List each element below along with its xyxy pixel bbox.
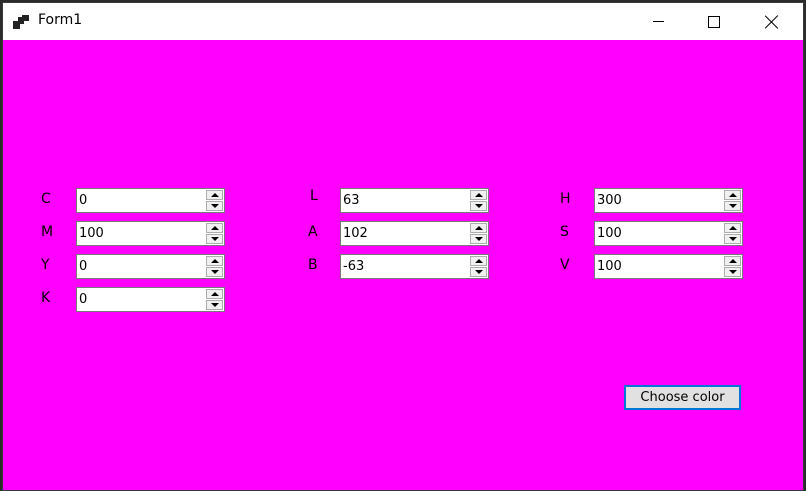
input-m[interactable] (77, 222, 209, 245)
label-s: S (560, 224, 569, 240)
spin-down-icon (729, 237, 737, 241)
spin-down-icon (211, 204, 219, 208)
minimize-icon (652, 21, 664, 22)
spin-b-down-button[interactable] (470, 267, 487, 277)
spin-up-icon (211, 193, 219, 197)
spin-up-icon (729, 226, 737, 230)
spin-c-down-button[interactable] (206, 201, 223, 211)
spin-up-icon (211, 226, 219, 230)
spin-v-up-button[interactable] (724, 256, 741, 266)
spin-up-icon (729, 193, 737, 197)
input-h[interactable] (595, 189, 727, 212)
spin-up-icon (475, 226, 483, 230)
spin-up-icon (475, 259, 483, 263)
spin-a (340, 221, 489, 246)
maximize-button[interactable] (691, 3, 737, 40)
spin-down-icon (729, 204, 737, 208)
spin-s (594, 221, 743, 246)
input-a[interactable] (341, 222, 473, 245)
title-bar[interactable]: Form1 (3, 3, 803, 40)
spin-k-down-button[interactable] (206, 300, 223, 310)
app-icon (13, 15, 29, 29)
input-v[interactable] (595, 255, 727, 278)
input-y[interactable] (77, 255, 209, 278)
close-icon (765, 15, 779, 29)
spin-v (594, 254, 743, 279)
spin-down-icon (211, 303, 219, 307)
close-button[interactable] (749, 3, 795, 40)
spin-m-down-button[interactable] (206, 234, 223, 244)
label-a: A (308, 224, 318, 240)
spin-down-icon (475, 204, 483, 208)
label-k: K (41, 290, 51, 306)
input-k[interactable] (77, 288, 209, 311)
label-h: H (560, 191, 571, 207)
spin-s-down-button[interactable] (724, 234, 741, 244)
spin-down-icon (475, 270, 483, 274)
spin-k-up-button[interactable] (206, 289, 223, 299)
spin-h-up-button[interactable] (724, 190, 741, 200)
maximize-icon (708, 15, 720, 28)
spin-up-icon (475, 193, 483, 197)
spin-k (76, 287, 225, 312)
label-b: B (308, 257, 318, 273)
input-c[interactable] (77, 189, 209, 212)
spin-l (340, 188, 489, 213)
spin-h (594, 188, 743, 213)
spin-down-icon (475, 237, 483, 241)
spin-b (340, 254, 489, 279)
input-s[interactable] (595, 222, 727, 245)
spin-m-up-button[interactable] (206, 223, 223, 233)
choose-color-button[interactable]: Choose color (624, 385, 741, 410)
spin-down-icon (729, 270, 737, 274)
spin-a-down-button[interactable] (470, 234, 487, 244)
spin-y (76, 254, 225, 279)
form1-window: Form1 C M Y K (2, 2, 804, 491)
label-c: C (41, 191, 51, 207)
spin-s-up-button[interactable] (724, 223, 741, 233)
label-l: L (310, 188, 318, 204)
spin-a-up-button[interactable] (470, 223, 487, 233)
spin-up-icon (211, 259, 219, 263)
spin-y-up-button[interactable] (206, 256, 223, 266)
spin-y-down-button[interactable] (206, 267, 223, 277)
input-b[interactable] (341, 255, 473, 278)
spin-down-icon (211, 237, 219, 241)
spin-down-icon (211, 270, 219, 274)
label-v: V (560, 257, 570, 273)
spin-l-up-button[interactable] (470, 190, 487, 200)
spin-v-down-button[interactable] (724, 267, 741, 277)
spin-up-icon (729, 259, 737, 263)
spin-up-icon (211, 292, 219, 296)
spin-l-down-button[interactable] (470, 201, 487, 211)
spin-c-up-button[interactable] (206, 190, 223, 200)
label-y: Y (41, 257, 50, 273)
spin-h-down-button[interactable] (724, 201, 741, 211)
spin-m (76, 221, 225, 246)
input-l[interactable] (341, 189, 473, 212)
label-m: M (41, 224, 54, 240)
minimize-button[interactable] (635, 3, 681, 40)
window-title: Form1 (38, 12, 83, 28)
spin-c (76, 188, 225, 213)
spin-b-up-button[interactable] (470, 256, 487, 266)
